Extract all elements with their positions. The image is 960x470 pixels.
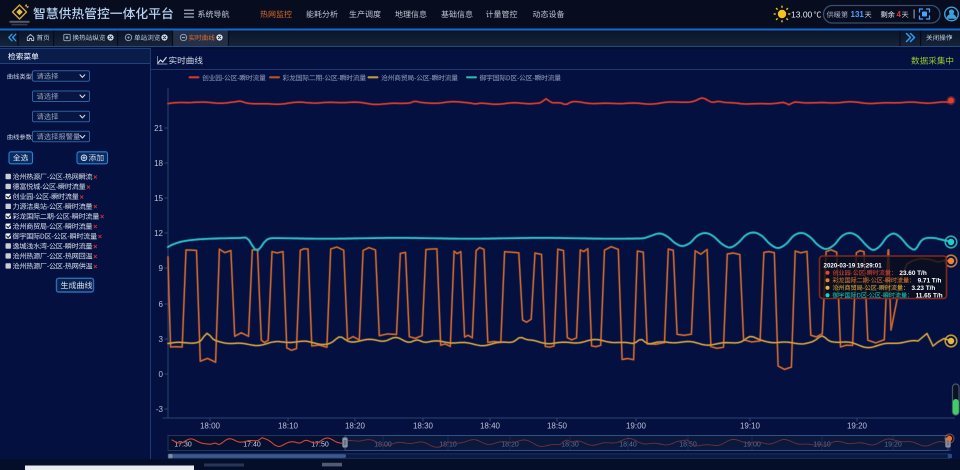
svg-text:18:00: 18:00 bbox=[200, 422, 221, 431]
svg-text:×: × bbox=[93, 224, 97, 231]
svg-text:×: × bbox=[98, 234, 102, 241]
svg-text:-3: -3 bbox=[156, 405, 164, 414]
svg-text:19:20: 19:20 bbox=[847, 422, 868, 431]
svg-text:3.23 T/h: 3.23 T/h bbox=[912, 285, 936, 292]
svg-text:18:20: 18:20 bbox=[345, 422, 366, 431]
svg-text:12: 12 bbox=[154, 229, 163, 238]
svg-text:17:40: 17:40 bbox=[243, 442, 261, 449]
svg-text:×: × bbox=[80, 194, 84, 201]
svg-text:2020-03-19 19:29:01: 2020-03-19 19:29:01 bbox=[824, 262, 883, 269]
svg-text:4: 4 bbox=[897, 10, 902, 19]
svg-text:131: 131 bbox=[851, 10, 865, 19]
svg-text:18:10: 18:10 bbox=[278, 422, 299, 431]
svg-text:0: 0 bbox=[159, 370, 164, 379]
svg-text:18:30: 18:30 bbox=[413, 422, 434, 431]
svg-text:21: 21 bbox=[154, 124, 163, 133]
svg-text:9: 9 bbox=[159, 264, 164, 273]
svg-text:19:10: 19:10 bbox=[740, 422, 761, 431]
svg-text:×: × bbox=[93, 244, 97, 251]
svg-text:19:00: 19:00 bbox=[626, 422, 647, 431]
svg-text:×: × bbox=[93, 174, 97, 181]
svg-text:23.60 T/h: 23.60 T/h bbox=[899, 270, 926, 277]
svg-text:18: 18 bbox=[154, 159, 163, 168]
svg-text:×: × bbox=[100, 214, 104, 221]
svg-text:9.71 T/h: 9.71 T/h bbox=[918, 277, 942, 284]
svg-text:×: × bbox=[93, 204, 97, 211]
svg-text:11.65 T/h: 11.65 T/h bbox=[916, 292, 943, 299]
svg-text:×: × bbox=[93, 264, 97, 271]
svg-text:13.00: 13.00 bbox=[791, 10, 813, 20]
svg-text:6: 6 bbox=[159, 300, 164, 309]
svg-text:×: × bbox=[86, 184, 90, 191]
svg-text:3: 3 bbox=[159, 335, 164, 344]
svg-text:18:50: 18:50 bbox=[547, 422, 568, 431]
svg-text:18:40: 18:40 bbox=[480, 422, 501, 431]
svg-text:15: 15 bbox=[154, 194, 163, 203]
svg-text:×: × bbox=[93, 254, 97, 261]
